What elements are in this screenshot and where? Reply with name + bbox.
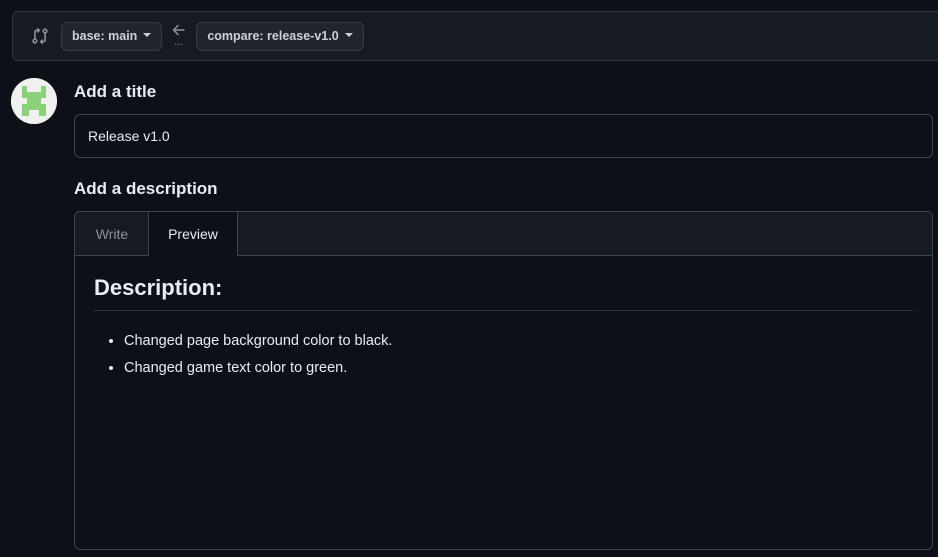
ellipsis-text: ... bbox=[174, 36, 183, 48]
base-branch-label: base: main bbox=[72, 29, 138, 43]
caret-down-icon bbox=[143, 33, 152, 37]
caret-down-icon bbox=[344, 33, 353, 37]
base-branch-select[interactable]: base: main bbox=[61, 21, 163, 51]
avatar[interactable] bbox=[11, 78, 57, 124]
tab-preview[interactable]: Preview bbox=[148, 212, 238, 256]
description-editor: Write Preview Description: Changed page … bbox=[74, 211, 933, 550]
preview-body: Description: Changed page background col… bbox=[75, 256, 932, 404]
arrow-left-icon bbox=[173, 24, 186, 35]
description-label: Add a description bbox=[74, 179, 218, 198]
preview-heading: Description: bbox=[94, 274, 913, 311]
compare-bar: base: main ... compare: release-v1.0 bbox=[12, 11, 938, 61]
preview-list: Changed page background color to black. … bbox=[94, 332, 913, 378]
title-input[interactable] bbox=[74, 114, 933, 158]
editor-tab-bar: Write Preview bbox=[75, 212, 932, 256]
pixel-avatar-icon bbox=[11, 78, 57, 124]
list-item: Changed page background color to black. bbox=[124, 332, 913, 351]
compare-branch-label: compare: release-v1.0 bbox=[207, 29, 339, 43]
list-item: Changed game text color to green. bbox=[124, 359, 913, 378]
title-label: Add a title bbox=[74, 82, 157, 101]
compare-direction: ... bbox=[162, 22, 196, 51]
compare-branch-select[interactable]: compare: release-v1.0 bbox=[196, 21, 364, 51]
tab-write[interactable]: Write bbox=[75, 212, 149, 256]
git-compare-icon bbox=[31, 27, 49, 45]
